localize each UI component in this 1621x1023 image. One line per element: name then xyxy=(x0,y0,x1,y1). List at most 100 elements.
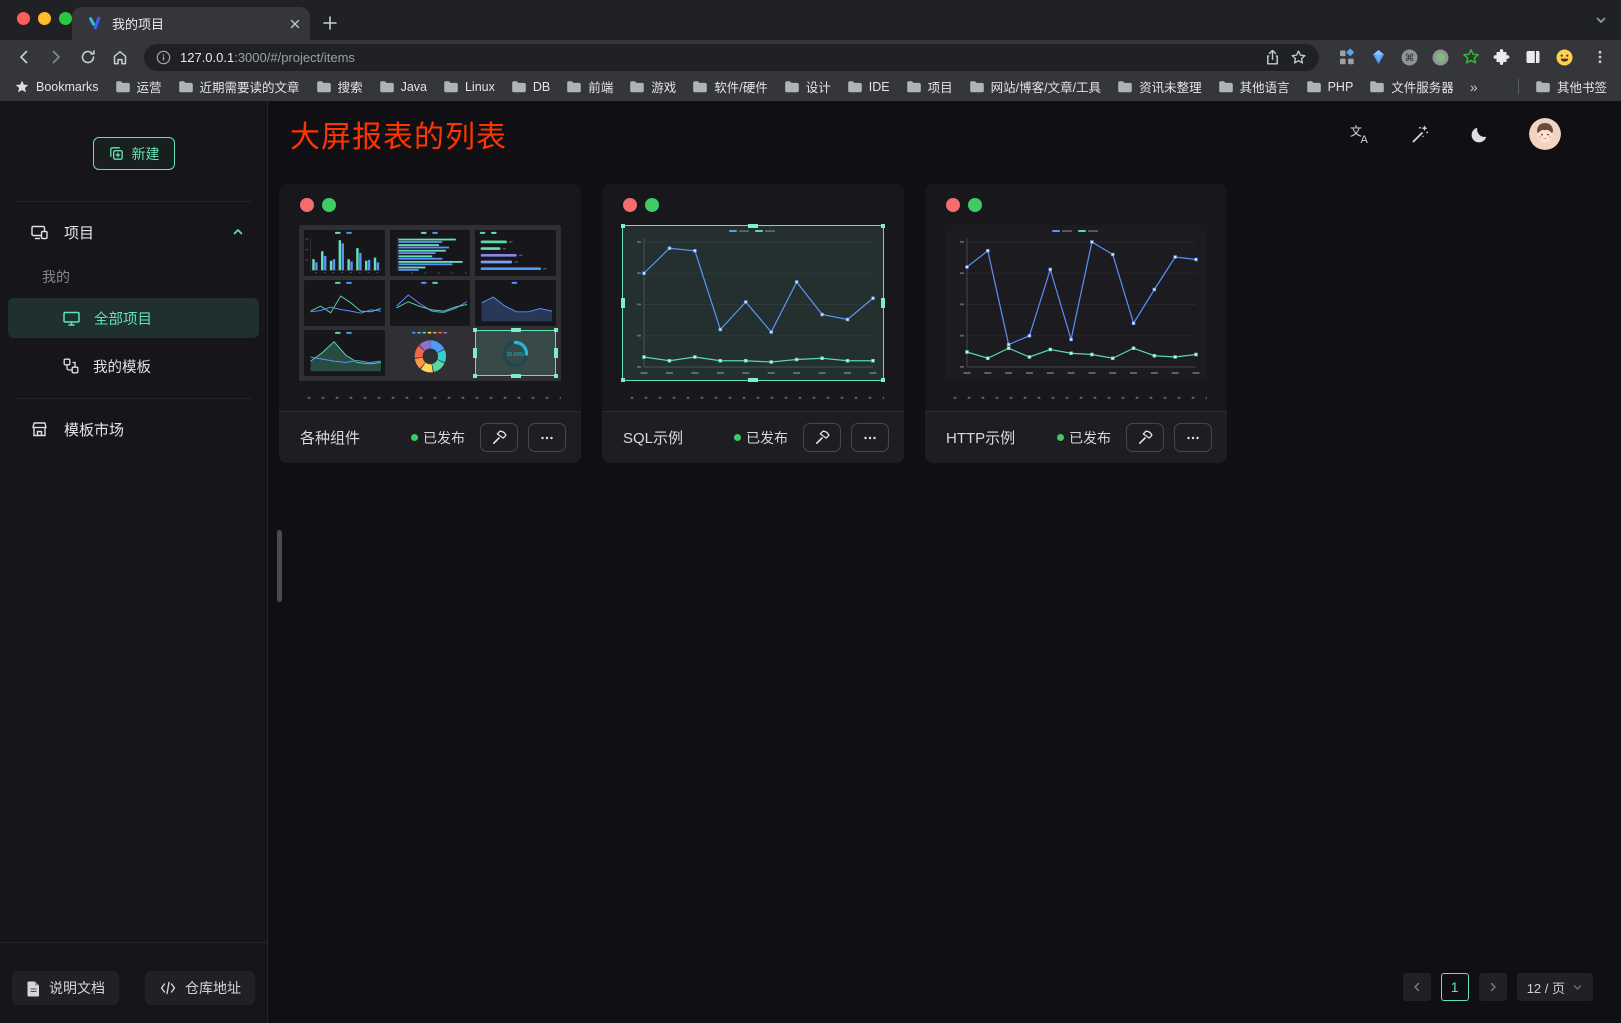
selection-handle[interactable] xyxy=(511,374,521,378)
bookmark-folder[interactable]: 网站/博客/文章/工具 xyxy=(969,77,1101,96)
bookmark-folder[interactable]: 搜索 xyxy=(316,77,363,96)
bookmarks-menu-button[interactable]: Bookmarks xyxy=(14,79,99,95)
tab-search-chevron-icon[interactable] xyxy=(1594,13,1608,27)
sidebar-item-my-templates[interactable]: 我的模板 xyxy=(8,346,259,386)
selection-handle[interactable] xyxy=(473,374,477,378)
project-card[interactable]: HTTP示例 已发布 xyxy=(925,184,1227,463)
bookmark-folder[interactable]: IDE xyxy=(847,80,890,94)
close-window-button[interactable] xyxy=(17,12,30,25)
project-thumbnail[interactable] xyxy=(622,225,884,381)
bookmark-folder[interactable]: 前端 xyxy=(566,77,613,96)
maximize-window-button[interactable] xyxy=(59,12,72,25)
tab-title: 我的项目 xyxy=(112,14,279,33)
bookmark-folder[interactable]: 其他语言 xyxy=(1218,77,1290,96)
selection-handle[interactable] xyxy=(881,298,885,308)
prev-page-button[interactable] xyxy=(1403,973,1431,1001)
selection-handle[interactable] xyxy=(511,328,521,332)
bookmark-folder[interactable]: 近期需要读的文章 xyxy=(178,77,300,96)
selection-handle[interactable] xyxy=(554,348,558,358)
sidebar-item-template-market[interactable]: 模板市场 xyxy=(0,405,267,453)
edit-button[interactable] xyxy=(480,423,518,452)
language-button[interactable]: 文A xyxy=(1349,123,1371,145)
bookmark-folder[interactable]: DB xyxy=(511,80,550,94)
bookmark-star-icon[interactable] xyxy=(1290,49,1307,66)
selection-handle[interactable] xyxy=(621,298,625,308)
dark-mode-button[interactable] xyxy=(1469,123,1491,145)
gem-extension-icon[interactable] xyxy=(1366,45,1390,69)
folder-icon xyxy=(1369,80,1385,93)
grid-ext-extension-icon[interactable] xyxy=(1335,45,1359,69)
publish-status: 已发布 xyxy=(734,428,788,448)
selection-handle[interactable] xyxy=(748,224,758,228)
page-size-select[interactable]: 12 / 页 xyxy=(1517,973,1593,1001)
bookmark-folder[interactable]: 游戏 xyxy=(629,77,676,96)
user-avatar[interactable] xyxy=(1529,118,1561,150)
side-panel-extension-icon[interactable] xyxy=(1521,45,1545,69)
project-thumbnail[interactable]: 25.00% xyxy=(299,225,561,381)
selection-handle[interactable] xyxy=(881,224,885,228)
selection-handle[interactable] xyxy=(554,328,558,332)
edit-button[interactable] xyxy=(803,423,841,452)
active-tab[interactable]: 我的项目 xyxy=(72,7,310,40)
close-tab-icon[interactable] xyxy=(288,17,302,31)
all-projects-label: 全部项目 xyxy=(94,308,152,329)
bookmark-folder[interactable]: Linux xyxy=(443,80,495,94)
folder-icon xyxy=(969,80,985,93)
sidebar-section-project[interactable]: 项目 xyxy=(0,208,267,256)
reload-button[interactable] xyxy=(74,44,101,71)
folder-icon xyxy=(847,80,863,93)
selection-handle[interactable] xyxy=(621,224,625,228)
more-button[interactable] xyxy=(851,423,889,452)
back-button[interactable] xyxy=(10,44,37,71)
more-button[interactable] xyxy=(1174,423,1212,452)
project-card[interactable]: 25.00% 各种组件 已发布 xyxy=(279,184,581,463)
selection-handle[interactable] xyxy=(748,378,758,382)
browser-menu-button[interactable] xyxy=(1586,44,1613,71)
project-card[interactable]: SQL示例 已发布 xyxy=(602,184,904,463)
bookmark-folder[interactable]: 项目 xyxy=(906,77,953,96)
green-star-extension-icon[interactable] xyxy=(1459,45,1483,69)
chevron-up-icon[interactable] xyxy=(231,225,245,239)
other-bookmarks-button[interactable]: 其他书签 xyxy=(1535,77,1607,96)
bookmarks-overflow-chevron[interactable]: » xyxy=(1470,79,1478,95)
sidebar-item-all-projects[interactable]: 全部项目 xyxy=(8,298,259,338)
bookmarks-star-icon xyxy=(14,79,30,95)
bookmark-folder[interactable]: 运营 xyxy=(115,77,162,96)
new-project-button[interactable]: 新建 xyxy=(93,137,175,170)
bookmark-folder[interactable]: Java xyxy=(379,80,427,94)
forward-button[interactable] xyxy=(42,44,69,71)
magic-wand-button[interactable] xyxy=(1409,123,1431,145)
project-thumbnail[interactable] xyxy=(945,225,1207,381)
selection-handle[interactable] xyxy=(881,378,885,382)
current-page-button[interactable]: 1 xyxy=(1441,973,1469,1001)
folder-icon xyxy=(629,80,645,93)
scrollbar-thumb[interactable] xyxy=(277,530,282,602)
emoji-extension-icon[interactable] xyxy=(1552,45,1576,69)
home-button[interactable] xyxy=(106,44,133,71)
edit-button[interactable] xyxy=(1126,423,1164,452)
repo-button[interactable]: 仓库地址 xyxy=(145,971,255,1005)
status-dot-icon xyxy=(411,434,418,441)
share-icon[interactable] xyxy=(1264,49,1281,66)
bookmark-folder[interactable]: 软件/硬件 xyxy=(692,77,767,96)
bookmark-folder[interactable]: PHP xyxy=(1306,80,1354,94)
address-bar[interactable]: 127.0.0.1:3000/#/project/items xyxy=(144,44,1319,71)
more-button[interactable] xyxy=(528,423,566,452)
bookmark-folder[interactable]: 资讯未整理 xyxy=(1117,77,1202,96)
puzzle-extension-icon[interactable] xyxy=(1490,45,1514,69)
minimize-window-button[interactable] xyxy=(38,12,51,25)
new-tab-button[interactable] xyxy=(316,9,344,37)
selection-handle[interactable] xyxy=(473,328,477,332)
selection-overlay[interactable] xyxy=(622,225,884,381)
selection-handle[interactable] xyxy=(473,348,477,358)
site-info-icon[interactable] xyxy=(156,50,171,65)
next-page-button[interactable] xyxy=(1479,973,1507,1001)
bookmark-folder[interactable]: 设计 xyxy=(784,77,831,96)
green-dot-circle-extension-icon[interactable] xyxy=(1428,45,1452,69)
docs-button[interactable]: 说明文档 xyxy=(12,971,119,1005)
bookmark-folder[interactable]: 文件服务器 xyxy=(1369,77,1454,96)
document-icon xyxy=(26,980,41,997)
cmd-circle-extension-icon[interactable]: ⌘ xyxy=(1397,45,1421,69)
selection-handle[interactable] xyxy=(554,374,558,378)
selection-handle[interactable] xyxy=(621,378,625,382)
